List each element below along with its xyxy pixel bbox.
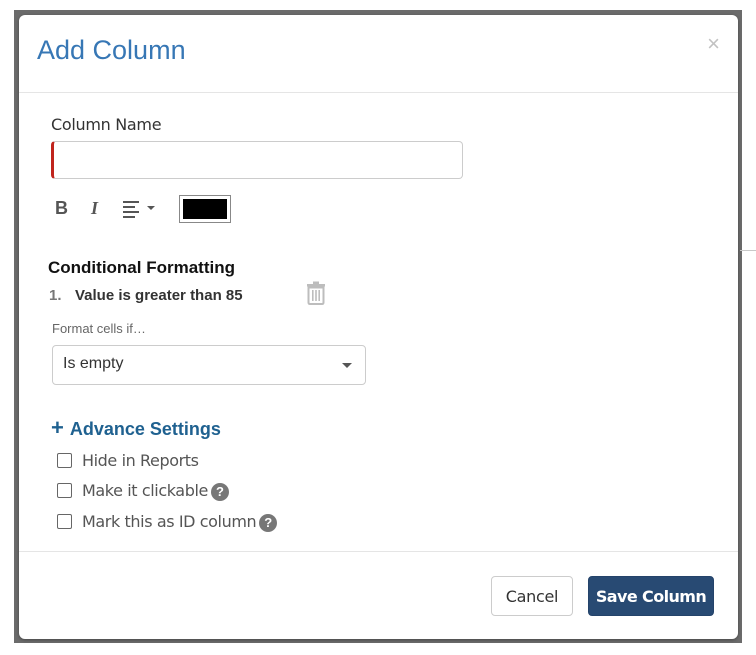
condition-select[interactable]: Is empty — [52, 345, 366, 385]
close-icon[interactable]: × — [707, 33, 720, 55]
background-divider — [740, 250, 756, 251]
conditional-formatting-heading: Conditional Formatting — [48, 258, 235, 277]
dialog-title: Add Column — [37, 35, 186, 65]
condition-select-value: Is empty — [63, 355, 124, 372]
save-column-button[interactable]: Save Column — [588, 576, 714, 616]
make-clickable-row-text: Make it clickable? — [82, 481, 229, 501]
bold-button[interactable]: B — [55, 198, 68, 219]
advance-settings-label: Advance Settings — [69, 419, 221, 439]
rule-number: 1. — [49, 287, 62, 304]
text-color-picker[interactable] — [179, 195, 231, 223]
chevron-down-icon — [342, 363, 352, 368]
add-column-dialog: Add Column × Column Name B I Conditional… — [19, 15, 738, 639]
help-icon[interactable]: ? — [210, 482, 229, 501]
hide-in-reports-label: Hide in Reports — [82, 451, 199, 470]
advance-settings-toggle[interactable]: + Advance Settings — [51, 415, 221, 441]
footer-divider — [19, 551, 738, 552]
plus-icon: + — [51, 415, 64, 440]
mark-id-column-label: Mark this as ID column — [82, 512, 257, 531]
header-divider — [19, 92, 738, 93]
italic-button[interactable]: I — [91, 198, 98, 219]
chevron-down-icon — [147, 206, 155, 210]
rule-description: Value is greater than 85 — [75, 287, 243, 304]
trash-icon[interactable] — [305, 281, 327, 305]
format-cells-label: Format cells if… — [52, 321, 146, 336]
cancel-button[interactable]: Cancel — [491, 576, 573, 616]
make-clickable-checkbox[interactable] — [57, 483, 72, 498]
align-left-icon[interactable] — [123, 201, 155, 221]
mark-id-column-row-text: Mark this as ID column? — [82, 512, 278, 532]
make-clickable-label: Make it clickable — [82, 481, 208, 500]
color-swatch — [183, 199, 227, 219]
column-name-input[interactable] — [51, 141, 463, 179]
mark-id-column-checkbox[interactable] — [57, 514, 72, 529]
hide-in-reports-checkbox[interactable] — [57, 453, 72, 468]
column-name-label: Column Name — [51, 115, 162, 134]
help-icon[interactable]: ? — [259, 513, 278, 532]
